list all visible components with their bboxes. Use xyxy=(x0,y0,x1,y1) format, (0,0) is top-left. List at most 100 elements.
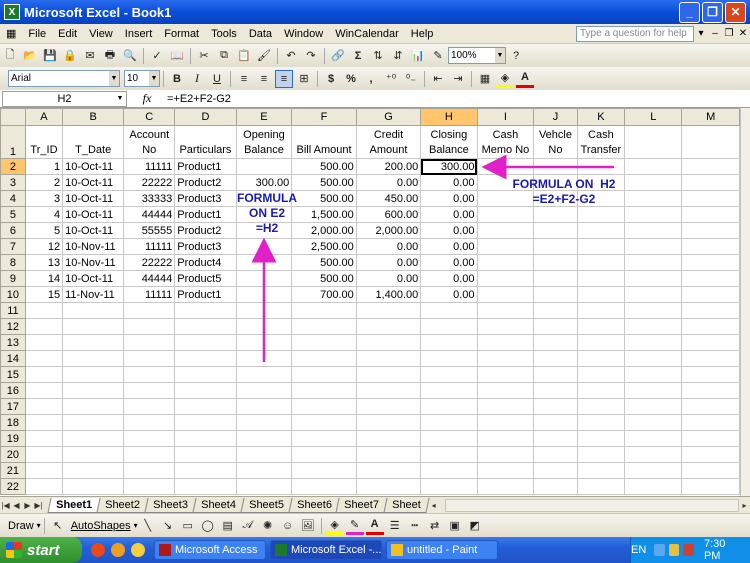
tab-sheet[interactable]: Sheet xyxy=(383,497,430,513)
save-icon[interactable]: 💾 xyxy=(41,47,59,65)
cell[interactable] xyxy=(681,334,740,351)
cell[interactable] xyxy=(681,398,740,415)
zoom-select[interactable]: 100% ▼ xyxy=(448,47,506,64)
cell[interactable] xyxy=(420,398,478,415)
cell[interactable] xyxy=(681,190,740,207)
cell[interactable]: 2,000.00 xyxy=(355,222,422,239)
align-center-icon[interactable]: ≡ xyxy=(255,70,273,88)
header-cell[interactable]: Closing Balance xyxy=(420,125,478,159)
cell[interactable] xyxy=(576,462,626,479)
increase-indent-icon[interactable]: ⇥ xyxy=(449,70,467,88)
row-header-1[interactable]: 1 xyxy=(0,125,26,159)
cell[interactable] xyxy=(476,398,535,415)
cell[interactable] xyxy=(533,478,578,495)
header-cell[interactable]: Bill Amount xyxy=(291,125,357,159)
cell[interactable]: 0.00 xyxy=(355,174,422,191)
cell[interactable]: Product1 xyxy=(174,206,237,223)
sort-ascending-icon[interactable]: ⇅ xyxy=(369,47,387,65)
row-header-21[interactable]: 21 xyxy=(0,462,26,479)
cell[interactable] xyxy=(533,286,578,303)
cell[interactable] xyxy=(123,318,176,335)
cell[interactable] xyxy=(624,222,683,239)
header-cell[interactable]: Particulars xyxy=(174,125,237,159)
autoshapes-menu[interactable]: AutoShapes xyxy=(68,520,134,532)
row-header-10[interactable]: 10 xyxy=(0,286,26,303)
cell[interactable] xyxy=(355,382,422,399)
cell[interactable] xyxy=(476,446,535,463)
cell[interactable] xyxy=(476,206,535,223)
cell[interactable] xyxy=(62,430,125,447)
cell[interactable] xyxy=(576,286,626,303)
paste-icon[interactable]: 📋 xyxy=(235,47,253,65)
cell[interactable] xyxy=(576,478,626,495)
cell[interactable]: 44444 xyxy=(123,270,176,287)
cell[interactable] xyxy=(681,350,740,367)
column-header-m[interactable]: M xyxy=(681,108,740,126)
clipart-icon[interactable]: ☺ xyxy=(279,517,297,535)
cell[interactable]: 11111 xyxy=(123,238,176,255)
row-header-11[interactable]: 11 xyxy=(0,302,26,319)
draw-menu[interactable]: Draw xyxy=(0,520,37,532)
cell[interactable] xyxy=(24,334,64,351)
cell[interactable] xyxy=(291,334,357,351)
cell[interactable]: 0.00 xyxy=(420,286,478,303)
cell[interactable]: 300.00 xyxy=(235,174,293,191)
cell[interactable] xyxy=(62,350,125,367)
media-icon[interactable] xyxy=(111,543,125,557)
fill-color-icon[interactable]: ◈ xyxy=(496,70,514,88)
cell[interactable] xyxy=(624,462,683,479)
cell[interactable] xyxy=(62,366,125,383)
row-header-13[interactable]: 13 xyxy=(0,334,26,351)
menu-insert[interactable]: Insert xyxy=(119,28,159,40)
row-header-19[interactable]: 19 xyxy=(0,430,26,447)
cell[interactable]: Product3 xyxy=(174,238,237,255)
cell[interactable]: 0.00 xyxy=(355,254,422,271)
bold-button[interactable]: B xyxy=(168,70,186,88)
copy-icon[interactable]: ⧉ xyxy=(215,47,233,65)
cell[interactable] xyxy=(681,414,740,431)
cell[interactable] xyxy=(576,366,626,383)
cell[interactable] xyxy=(533,382,578,399)
name-box[interactable]: H2 ▼ xyxy=(2,90,127,107)
cell[interactable]: 22222 xyxy=(123,254,176,271)
language-indicator[interactable]: EN xyxy=(631,544,646,556)
cell[interactable]: 0.00 xyxy=(420,206,478,223)
cell[interactable] xyxy=(174,478,237,495)
cell[interactable]: 55555 xyxy=(123,222,176,239)
cell[interactable] xyxy=(174,414,237,431)
column-header-f[interactable]: F xyxy=(291,108,357,126)
cell[interactable] xyxy=(123,462,176,479)
cell[interactable] xyxy=(235,334,293,351)
cell[interactable] xyxy=(681,382,740,399)
start-button[interactable]: start xyxy=(0,537,82,563)
cell[interactable] xyxy=(355,414,422,431)
cell[interactable]: 10-Oct-11 xyxy=(62,222,125,239)
last-sheet-icon[interactable]: ▶| xyxy=(33,501,44,510)
cell[interactable] xyxy=(624,430,683,447)
cell[interactable] xyxy=(476,286,535,303)
format-painter-icon[interactable]: 🖌 xyxy=(255,47,273,65)
task-excel[interactable]: Microsoft Excel -... xyxy=(270,540,382,560)
help-icon[interactable]: ? xyxy=(507,47,525,65)
cell[interactable] xyxy=(24,446,64,463)
cell[interactable] xyxy=(235,430,293,447)
cell[interactable]: 300.00 xyxy=(420,158,478,175)
cell[interactable] xyxy=(62,302,125,319)
header-cell[interactable]: Account No xyxy=(123,125,176,159)
cell[interactable] xyxy=(681,302,740,319)
cell[interactable] xyxy=(681,254,740,271)
row-header-16[interactable]: 16 xyxy=(0,382,26,399)
cell[interactable] xyxy=(476,222,535,239)
cell[interactable] xyxy=(576,398,626,415)
cell[interactable] xyxy=(624,190,683,207)
cell[interactable] xyxy=(476,430,535,447)
cell[interactable] xyxy=(476,318,535,335)
horizontal-scrollbar[interactable] xyxy=(445,498,739,512)
cell[interactable] xyxy=(533,206,578,223)
header-cell[interactable]: T_Date xyxy=(62,125,125,159)
cell[interactable] xyxy=(476,462,535,479)
menu-tools[interactable]: Tools xyxy=(205,28,243,40)
cell[interactable]: 10-Oct-11 xyxy=(62,270,125,287)
row-header-2[interactable]: 2 xyxy=(0,158,26,175)
cell[interactable] xyxy=(24,430,64,447)
